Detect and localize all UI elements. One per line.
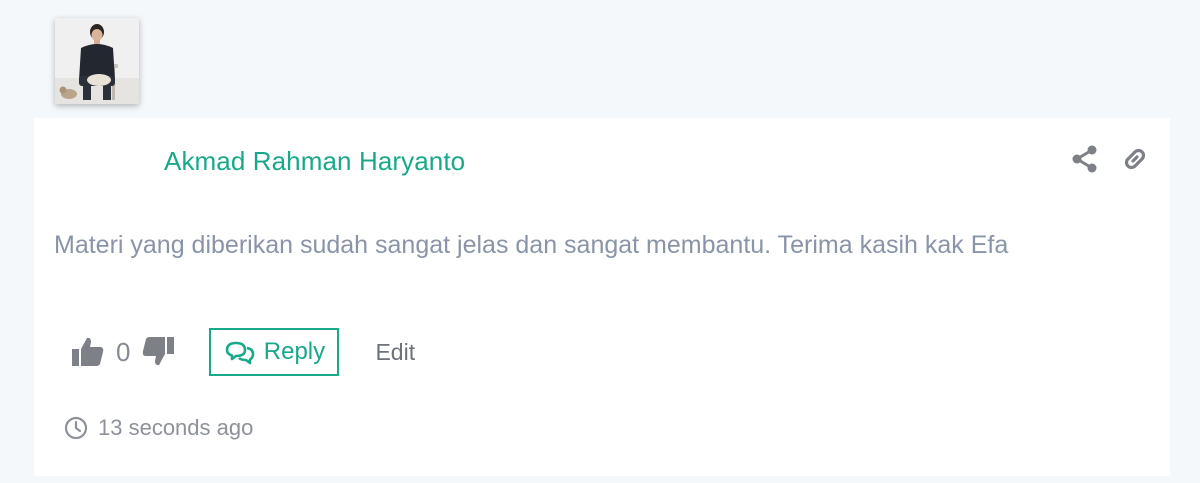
avatar-photo — [55, 18, 139, 104]
comment-author-name[interactable]: Akmad Rahman Haryanto — [164, 146, 465, 177]
comment-top-actions — [1070, 144, 1150, 174]
timestamp-text: 13 seconds ago — [98, 415, 254, 440]
comments-icon — [224, 339, 256, 365]
comment-actions: 0 Reply Edit — [70, 326, 415, 378]
thumbs-up-icon[interactable] — [70, 334, 106, 370]
share-icon[interactable] — [1070, 144, 1100, 174]
reply-button[interactable]: Reply — [209, 328, 340, 376]
vote-count: 0 — [116, 336, 131, 367]
thumbs-down-icon[interactable] — [140, 334, 176, 370]
reply-button-label: Reply — [263, 338, 326, 365]
comment-text: Materi yang diberikan sudah sangat jelas… — [54, 231, 1009, 259]
comment-timestamp: 13 seconds ago — [64, 415, 253, 441]
link-icon[interactable] — [1120, 144, 1150, 174]
edit-link[interactable]: Edit — [375, 339, 415, 366]
avatar[interactable] — [55, 18, 139, 104]
comment-card: Akmad Rahman Haryanto Materi yang diberi… — [34, 118, 1170, 476]
clock-icon — [64, 416, 88, 440]
